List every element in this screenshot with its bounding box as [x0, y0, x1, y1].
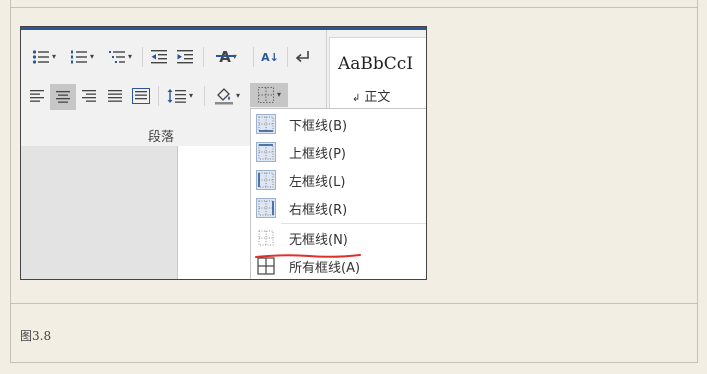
toolbar-separator: [203, 47, 204, 67]
align-left-icon: [30, 90, 44, 102]
chevron-down-icon: ▾: [276, 90, 281, 99]
menu-separator: [281, 223, 426, 224]
line-spacing-button[interactable]: ▾: [162, 84, 198, 108]
multilevel-list-icon: [108, 51, 125, 63]
left-border-icon: [256, 170, 276, 190]
multilevel-list-button[interactable]: ▾: [103, 46, 137, 68]
frame-bottom-line: [10, 362, 698, 363]
menu-item-no-border[interactable]: 无框线(N): [251, 225, 426, 251]
menu-item-label: 下框线(B): [289, 119, 348, 134]
shading-button[interactable]: ▾: [209, 84, 245, 108]
align-right-icon: [82, 90, 96, 102]
menu-item-label: 上框线(P): [289, 147, 346, 162]
align-left-button[interactable]: [25, 84, 49, 108]
frame-right-line: [697, 0, 698, 362]
bullets-button[interactable]: ▾: [27, 46, 61, 68]
increase-indent-icon: [177, 50, 193, 64]
chevron-down-icon: ▾: [188, 91, 193, 100]
decrease-indent-icon: [151, 50, 167, 64]
right-border-icon: [256, 198, 276, 218]
menu-item-left-border[interactable]: 左框线(L): [251, 167, 426, 193]
menu-item-right-border[interactable]: 右框线(R): [251, 195, 426, 221]
asian-layout-button[interactable]: A ▾: [209, 46, 247, 68]
styles-gallery-normal[interactable]: AaBbCcI ↲ 正文: [329, 37, 426, 119]
style-sample-text: AaBbCcI: [338, 54, 414, 74]
paragraph-mark-icon: ↲: [352, 93, 361, 104]
align-right-button[interactable]: [77, 84, 101, 108]
asian-layout-icon: A: [216, 48, 237, 66]
toolbar-separator: [142, 47, 143, 67]
line-spacing-icon: [167, 89, 186, 103]
show-marks-icon: [295, 51, 309, 63]
borders-button[interactable]: ▾: [250, 83, 288, 107]
bullets-icon: [32, 50, 49, 64]
shading-icon: [214, 88, 233, 105]
toolbar-separator: [204, 86, 205, 106]
chevron-down-icon: ▾: [127, 52, 132, 61]
word-screenshot: ▾ ▾ ▾ A A↓ ▾ ▾ ▾ 段落 AaBbCcI ↲ 正文 下框线(B) …: [20, 26, 427, 280]
menu-item-top-border[interactable]: 上框线(P): [251, 139, 426, 165]
frame-left-line: [10, 0, 11, 362]
frame-top-line: [10, 7, 698, 8]
asian-layout-glyph: A: [219, 48, 231, 66]
no-border-icon: [258, 230, 274, 246]
justify-button[interactable]: [103, 84, 127, 108]
align-center-icon: [56, 91, 70, 103]
show-marks-button[interactable]: [291, 46, 315, 68]
increase-indent-button[interactable]: [173, 46, 197, 68]
menu-item-label: 右框线(R): [289, 203, 348, 218]
bottom-border-icon: [256, 114, 276, 134]
numbering-button[interactable]: ▾: [65, 46, 99, 68]
chevron-down-icon: ▾: [51, 52, 56, 61]
top-border-icon: [256, 142, 276, 162]
justify-icon: [108, 90, 122, 102]
menu-item-label: 左框线(L): [289, 175, 346, 190]
chevron-down-icon: ▾: [89, 52, 94, 61]
decrease-indent-button[interactable]: [147, 46, 171, 68]
sort-icon: A↓: [261, 50, 279, 64]
figure-caption: 图3.8: [20, 329, 52, 343]
numbering-icon: [70, 50, 87, 64]
menu-item-bottom-border[interactable]: 下框线(B): [251, 111, 426, 137]
chevron-down-icon: ▾: [235, 91, 240, 100]
align-center-button[interactable]: [50, 84, 76, 110]
distributed-button[interactable]: [129, 84, 153, 108]
menu-item-label: 无框线(N): [289, 233, 348, 248]
toolbar-separator: [253, 47, 254, 67]
distributed-icon: [132, 88, 150, 104]
sort-button[interactable]: A↓: [258, 46, 282, 68]
style-name-label: 正文: [364, 90, 391, 105]
red-underline-annotation: [255, 254, 361, 258]
frame-divider-line: [10, 303, 698, 304]
borders-icon: [257, 87, 274, 103]
toolbar-separator: [158, 86, 159, 106]
toolbar-separator: [287, 47, 288, 67]
style-name: ↲ 正文: [352, 86, 390, 105]
